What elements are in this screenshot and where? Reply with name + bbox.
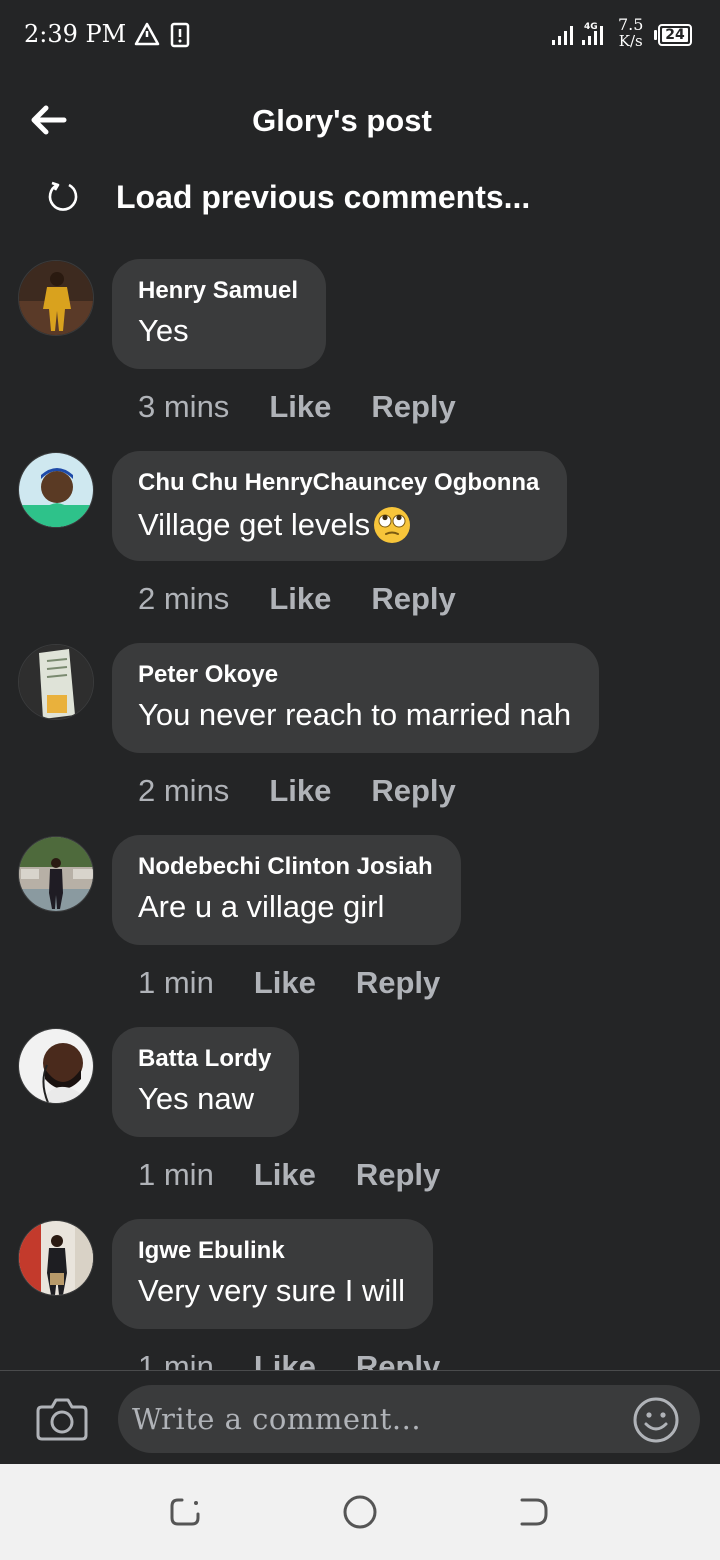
comment-meta: 2 mins Like Reply [138,773,456,809]
comment-time: 2 mins [138,581,230,616]
reply-button[interactable]: Reply [356,1349,440,1370]
reply-button[interactable]: Reply [371,389,455,425]
comment-composer: Write a comment... [0,1370,720,1465]
back-nav-icon[interactable] [516,1494,552,1530]
comment-time: 1 min [138,1349,214,1370]
reply-button[interactable]: Reply [356,965,440,1001]
comment-text: Village get levels [138,505,539,545]
reply-button[interactable]: Reply [371,581,455,617]
comments-list: Load previous comments... Henry Samuel Y… [0,0,720,1370]
avatar[interactable] [18,260,94,336]
refresh-icon [48,181,78,211]
reply-button[interactable]: Reply [371,773,455,809]
comment-bubble[interactable]: Henry Samuel Yes [112,259,327,369]
comment-time: 1 min [138,965,214,1000]
comment-bubble[interactable]: Igwe Ebulink Very very sure I will [112,1219,434,1329]
comment-author[interactable]: Peter Okoye [138,661,571,689]
load-previous-label: Load previous comments... [116,178,531,215]
comment-meta: 2 mins Like Reply [138,581,456,617]
home-icon[interactable] [342,1494,378,1530]
load-previous-comments-button[interactable]: Load previous comments... [46,172,530,222]
comment-bubble[interactable]: Peter Okoye You never reach to married n… [112,643,600,753]
comment-meta: 1 min Like Reply [138,965,440,1001]
comment-time: 1 min [138,1157,214,1192]
system-navigation-bar [0,1464,720,1560]
comment-author[interactable]: Chu Chu HenryChauncey Ogbonna [138,469,539,497]
comment-input-placeholder: Write a comment... [132,1402,422,1436]
rolling-eyes-emoji-icon [374,507,411,543]
like-button[interactable]: Like [269,773,331,809]
comment-text: Very very sure I will [138,1273,406,1308]
like-button[interactable]: Like [269,581,331,617]
like-button[interactable]: Like [254,965,316,1001]
comment-meta: 1 min Like Reply [138,1349,440,1370]
comment-meta: 1 min Like Reply [138,1157,440,1193]
comment-author[interactable]: Henry Samuel [138,277,298,305]
comment-meta: 3 mins Like Reply [138,389,456,425]
comment-time: 2 mins [138,773,230,808]
comment-text: You never reach to married nah [138,697,572,732]
recent-apps-icon[interactable] [168,1494,204,1530]
comment-bubble[interactable]: Nodebechi Clinton Josiah Are u a village… [112,835,461,945]
avatar[interactable] [18,452,94,528]
comment-bubble[interactable]: Chu Chu HenryChauncey Ogbonna Village ge… [112,451,568,561]
emoji-smiley-icon[interactable] [632,1396,680,1444]
comment-author[interactable]: Igwe Ebulink [138,1237,405,1265]
comment-bubble[interactable]: Batta Lordy Yes naw [112,1027,300,1137]
comment-time: 3 mins [138,389,230,424]
avatar[interactable] [18,644,94,720]
comment-author[interactable]: Nodebechi Clinton Josiah [138,853,433,881]
battery-level: 24 [665,27,685,43]
avatar[interactable] [18,1028,94,1104]
like-button[interactable]: Like [254,1157,316,1193]
avatar[interactable] [18,1220,94,1296]
like-button[interactable]: Like [269,389,331,425]
comment-text: Yes [138,313,189,348]
comment-author[interactable]: Batta Lordy [138,1045,271,1073]
comment-text: Yes naw [138,1081,255,1116]
reply-button[interactable]: Reply [356,1157,440,1193]
camera-icon[interactable] [36,1395,88,1441]
like-button[interactable]: Like [254,1349,316,1370]
comment-text: Are u a village girl [138,889,385,924]
comment-input[interactable]: Write a comment... [118,1385,700,1453]
avatar[interactable] [18,836,94,912]
